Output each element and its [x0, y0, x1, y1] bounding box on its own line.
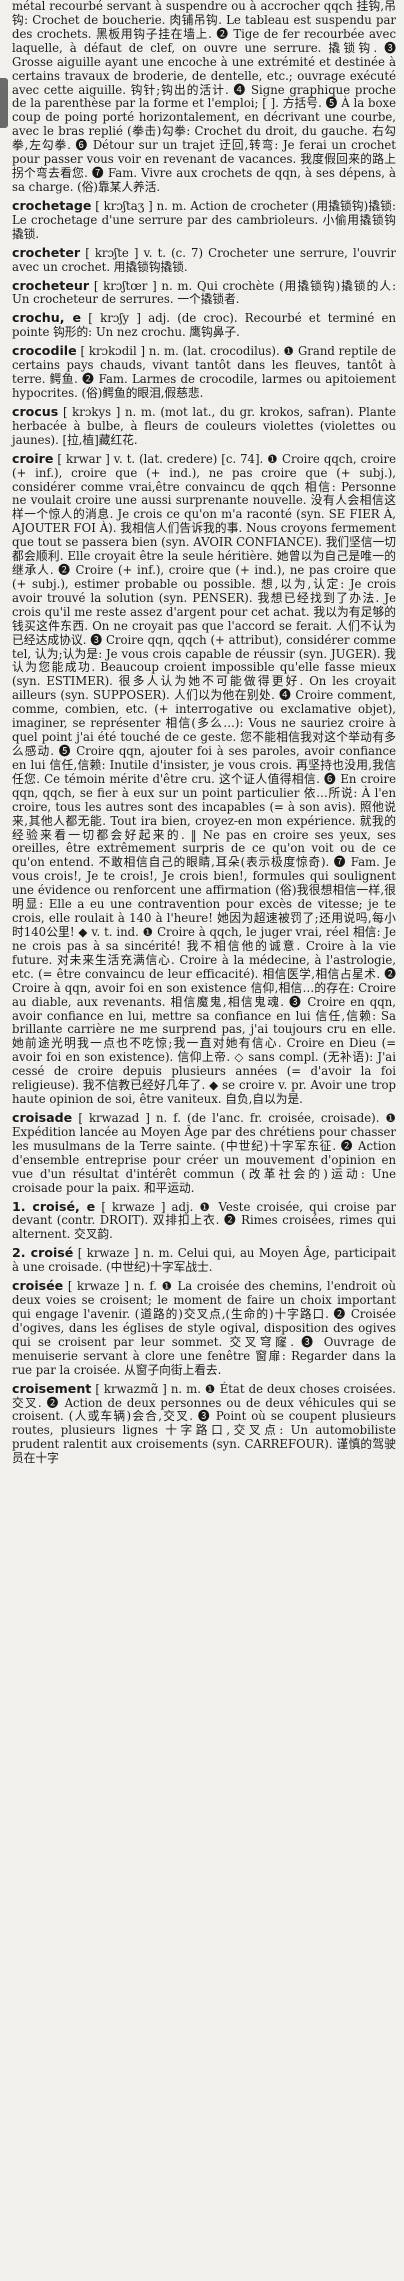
entry-continuation: métal recourbé servant à suspendre ou à …: [12, 0, 396, 195]
dictionary-entry: crocodile [ krɔkɔdil ] n. m. (lat. croco…: [12, 343, 396, 401]
dictionary-entry: 1. croisé, e [ krwaze ] adj. ❶ Veste cro…: [12, 1199, 396, 1243]
entry-headword: crochu, e: [12, 310, 81, 326]
dictionary-entry: crochu, e [ krɔʃy ] adj. (de croc). Reco…: [12, 310, 396, 340]
entry-headword: croisement: [12, 1380, 92, 1396]
dictionary-entry: 2. croisé [ krwaze ] n. m. Celui qui, au…: [12, 1245, 396, 1275]
entry-headword: crocus: [12, 403, 59, 419]
entry-headword: crocodile: [12, 343, 77, 359]
entry-headword: croisée: [12, 1278, 64, 1294]
dictionary-entry: crochetage [ krɔʃtaʒ ] n. m. Action de c…: [12, 198, 396, 242]
entry-headword: crocheteur: [12, 277, 90, 293]
entry-definition: [ krwaze ] n. f. ❶ La croisée des chemin…: [12, 1279, 396, 1377]
dictionary-page: métal recourbé servant à suspendre ou à …: [0, 0, 404, 2281]
entry-list: crochetage [ krɔʃtaʒ ] n. m. Action de c…: [12, 198, 396, 1466]
entry-definition: [ krwar ] v. t. (lat. credere) [c. 74]. …: [12, 451, 397, 1107]
entry-headword: crochetage: [12, 197, 92, 213]
dictionary-entry: croisement [ krwazmɑ̃ ] n. m. ❶ État de …: [12, 1381, 396, 1467]
entry-continuation-text: métal recourbé servant à suspendre ou à …: [12, 0, 396, 194]
entry-headword: 2. croisé: [12, 1245, 74, 1261]
dictionary-entry: crocheteur [ krɔʃtœr ] n. m. Qui crochèt…: [12, 278, 396, 308]
dictionary-entry: crocheter [ krɔʃte ] v. t. (c. 7) Croche…: [12, 245, 396, 275]
dictionary-entry: crocus [ krɔkys ] n. m. (mot lat., du gr…: [12, 404, 396, 448]
dictionary-column: métal recourbé servant à suspendre ou à …: [12, 0, 396, 2281]
dictionary-entry: croisade [ krwazad ] n. f. (de l'anc. fr…: [12, 1110, 396, 1196]
entry-headword: 1. croisé, e: [12, 1198, 96, 1214]
entry-headword: croisade: [12, 1109, 73, 1125]
entry-headword: crocheter: [12, 244, 81, 260]
entry-definition: [ krɔkys ] n. m. (mot lat., du gr. kroko…: [12, 404, 396, 447]
dictionary-entry: croire [ krwar ] v. t. (lat. credere) [c…: [12, 451, 396, 1107]
page-edge-tab: [0, 78, 8, 128]
entry-headword: croire: [12, 450, 54, 466]
dictionary-entry: croisée [ krwaze ] n. f. ❶ La croisée de…: [12, 1278, 396, 1377]
